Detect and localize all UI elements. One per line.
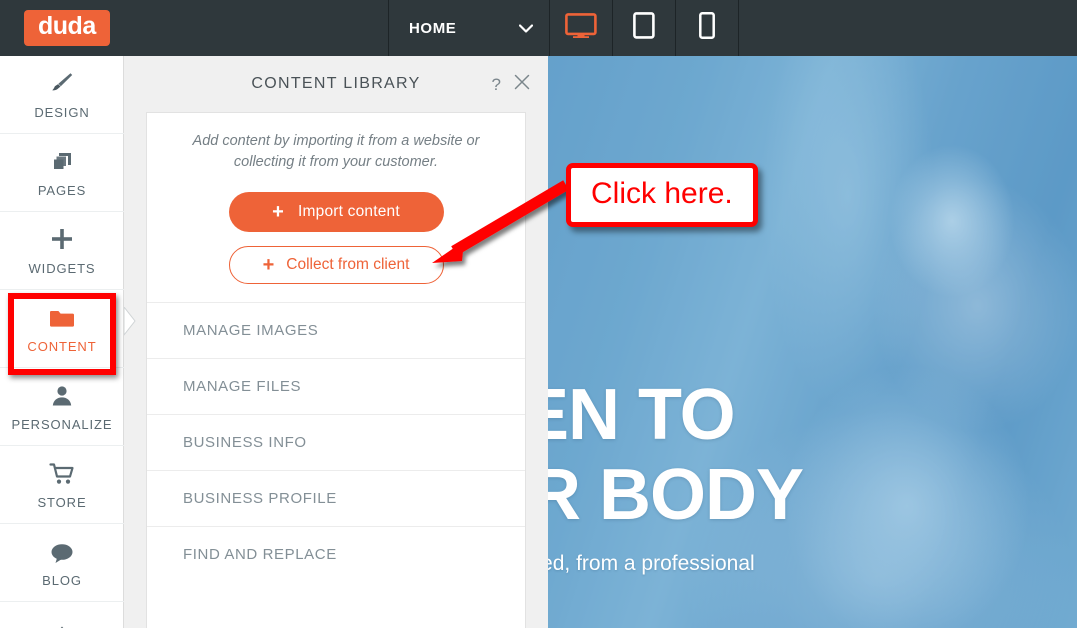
folder-icon [48,304,76,330]
sidebar-item-content[interactable]: CONTENT [0,290,124,368]
sidebar-item-personalize[interactable]: PERSONALIZE [0,368,124,446]
close-x-icon[interactable] [514,74,530,94]
menu-item-find-and-replace[interactable]: FIND AND REPLACE [147,526,525,582]
left-sidebar: DESIGN PAGES WIDGETS CONTENT PERSONALIZE… [0,56,124,628]
menu-item-manage-files[interactable]: MANAGE FILES [147,358,525,414]
paintbrush-icon [49,70,75,96]
speech-bubble-icon [49,538,75,564]
panel-collapse-handle[interactable] [123,305,137,337]
sidebar-item-pages[interactable]: PAGES [0,134,124,212]
sidebar-item-label: DESIGN [34,104,90,120]
import-content-button[interactable]: + Import content [228,192,444,233]
desktop-icon [565,12,597,44]
top-toolbar: duda HOME [0,0,1077,56]
logo-area: duda [0,0,388,56]
menu-item-manage-images[interactable]: MANAGE IMAGES [147,302,525,358]
plus-icon: + [262,254,275,277]
menu-item-label: MANAGE IMAGES [183,322,319,340]
sidebar-item-widgets[interactable]: WIDGETS [0,212,124,290]
plus-icon [49,226,75,252]
sidebar-item-label: BLOG [42,572,82,588]
hero-heading-line-2: UR BODY [548,454,804,535]
page-title: CONTENT LIBRARY [251,75,421,92]
pages-stack-icon [49,148,75,174]
hero-heading-line-1: TEN TO [548,375,736,455]
sidebar-item-label: PERSONALIZE [11,416,113,432]
device-view-mobile-button[interactable] [676,0,739,56]
content-library-panel: CONTENT LIBRARY ? Add content by importi… [124,56,548,628]
sidebar-item-label: STORE [37,494,87,510]
chevron-down-icon [518,21,534,36]
menu-item-label: BUSINESS INFO [183,434,307,452]
import-content-label: Import content [298,203,400,221]
duda-editor-window: duda HOME DESIGN PAGES WIDGETS CONTENT P… [0,0,1077,628]
menu-item-label: FIND AND REPLACE [183,546,337,564]
menu-bottom-divider [147,582,525,583]
menu-item-label: MANAGE FILES [183,378,302,396]
duda-logo[interactable]: duda [24,10,110,46]
collect-from-client-button[interactable]: + Collect from client [228,246,444,285]
panel-header-actions: ? [492,74,530,94]
panel-header: CONTENT LIBRARY ? [124,56,548,112]
sidebar-item-design[interactable]: DESIGN [0,56,124,134]
menu-item-business-profile[interactable]: BUSINESS PROFILE [147,470,525,526]
menu-item-label: BUSINESS PROFILE [183,490,337,508]
hero-subtext: you need, from a professional [548,551,755,575]
page-selector-label: HOME [409,19,457,37]
mobile-icon [699,12,715,44]
panel-description: Add content by importing it from a websi… [192,133,480,170]
click-here-callout: Click here. [566,163,758,227]
cart-icon [49,460,75,486]
page-selector-dropdown[interactable]: HOME [388,0,550,56]
sidebar-item-label: PAGES [37,182,87,198]
crown-icon [49,616,75,628]
question-mark-icon[interactable]: ? [492,76,501,93]
hero-text-block[interactable]: TEN TO UR BODY you need, from a professi… [548,375,1077,578]
plus-icon: + [272,201,284,224]
site-preview-canvas[interactable]: TEN TO UR BODY you need, from a professi… [548,56,1077,628]
sidebar-item-label: CONTENT [27,338,97,354]
tablet-icon [633,12,655,44]
device-view-desktop-button[interactable] [550,0,613,56]
sidebar-item-blog[interactable]: BLOG [0,524,124,602]
sidebar-item-partial[interactable] [0,602,124,628]
collect-from-client-label: Collect from client [286,256,410,274]
callout-text: Click here. [591,177,733,210]
sidebar-item-store[interactable]: STORE [0,446,124,524]
person-icon [50,382,74,408]
menu-item-business-info[interactable]: BUSINESS INFO [147,414,525,470]
device-view-tablet-button[interactable] [613,0,676,56]
sidebar-item-label: WIDGETS [28,260,96,276]
